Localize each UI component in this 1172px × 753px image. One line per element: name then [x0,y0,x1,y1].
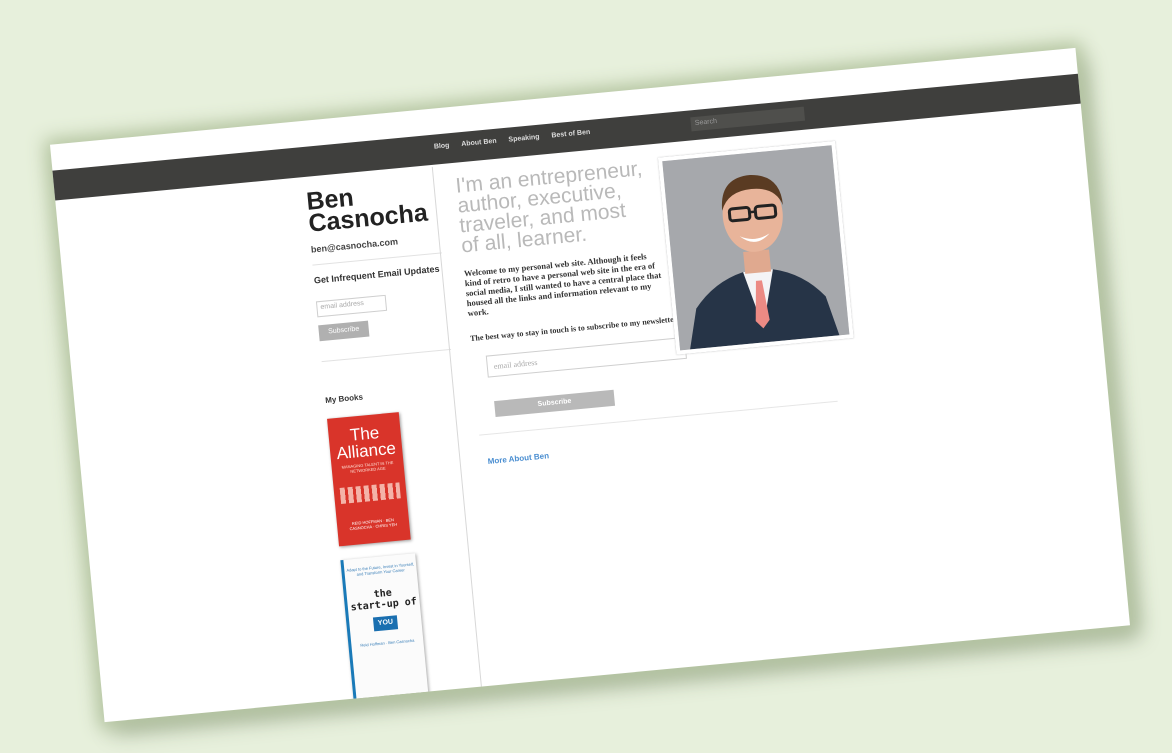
book-cover-startup-of-you[interactable]: Adapt to the Future, Invest in Yourself,… [340,553,429,700]
portrait-photo [657,140,854,355]
person-portrait-icon [662,145,850,351]
nav-item-best-of[interactable]: Best of Ben [551,129,590,140]
updates-heading: Get Infrequent Email Updates [313,263,440,286]
book2-title-line3: YOU [372,615,399,632]
nav-search-input[interactable]: Search [690,106,806,132]
sidebar-email-input[interactable]: email address [315,294,388,318]
sidebar: Ben Casnocha ben@casnocha.com Get Infreq… [305,179,483,700]
book2-authors: Reid Hoffman · Ben Casnocha [360,637,415,648]
more-about-link[interactable]: More About Ben [487,418,900,466]
nav-item-speaking[interactable]: Speaking [508,134,540,144]
newsletter-subscribe-button[interactable]: Subscribe [494,389,616,418]
books-heading: My Books [324,392,364,405]
main-content: I'm an entrepreneur, author, executive, … [455,137,901,466]
book1-crowd-illustration [339,482,401,504]
nav-menu: Blog About Ben Speaking Best of Ben [434,129,591,151]
welcome-text: Welcome to my personal web site. Althoug… [463,251,662,319]
tagline: I'm an entrepreneur, author, executive, … [454,157,644,258]
book2-top-text: Adapt to the Future, Invest in Yourself,… [346,561,415,577]
newsletter-email-input[interactable]: email address [485,336,687,378]
sidebar-divider-2 [321,348,452,363]
book-cover-the-alliance[interactable]: The Alliance MANAGING TALENT IN THE NETW… [327,412,411,547]
nav-item-blog[interactable]: Blog [434,142,450,150]
nav-item-about[interactable]: About Ben [461,138,497,148]
book1-authors: REID HOFFMAN · BEN CASNOCHA · CHRIS YEH [349,517,398,532]
sidebar-divider [312,252,442,266]
sidebar-subscribe-button[interactable]: Subscribe [318,320,370,342]
screenshot-sheet: Blog About Ben Speaking Best of Ben Sear… [49,47,1131,723]
site-name[interactable]: Ben Casnocha [305,179,439,237]
